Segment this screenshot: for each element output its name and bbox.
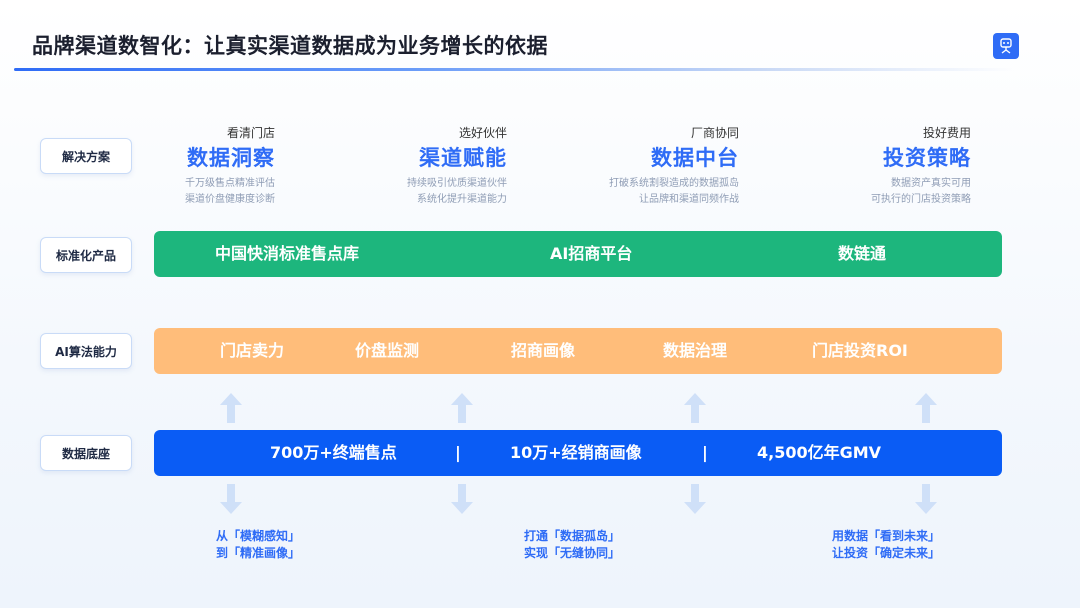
- outcome-note-line-2: 到「精准画像」: [216, 546, 301, 560]
- base-bar: 700万+终端售点 | 10万+经销商画像 | 4,500亿年GMV: [154, 430, 1002, 476]
- arrow-down-icon: [915, 484, 937, 514]
- outcome-note: 从「模糊感知」 到「精准画像」: [216, 528, 300, 562]
- ai-item: 数据治理: [663, 341, 728, 360]
- outcome-note-line-1: 打通「数据孤岛」: [524, 529, 621, 543]
- solution-desc-1: 打破系统割裂造成的数据孤岛: [609, 178, 739, 189]
- outcome-note-line-2: 让投资「确定未来」: [832, 546, 941, 560]
- solution-desc-2: 可执行的门店投资策略: [871, 194, 971, 205]
- outcome-note-line-1: 从「模糊感知」: [216, 529, 301, 543]
- solution-sub: 看清门店: [226, 126, 275, 140]
- ai-item: 门店卖力: [220, 341, 285, 360]
- solution-item: 看清门店 数据洞察 千万级售点精准评估 渠道价盘健康度诊断: [35, 124, 275, 208]
- base-item: 700万+终端售点: [270, 443, 397, 462]
- solution-item: 厂商协同 数据中台 打破系统割裂造成的数据孤岛 让品牌和渠道同频作战: [499, 124, 739, 208]
- product-item: 数链通: [838, 244, 887, 263]
- solution-sub: 投好费用: [922, 126, 971, 140]
- products-bar: 中国快消标准售点库 AI招商平台 数链通: [154, 231, 1002, 277]
- base-item: 10万+经销商画像: [510, 443, 642, 462]
- solution-desc-2: 让品牌和渠道同频作战: [639, 194, 739, 205]
- base-separator: |: [702, 443, 708, 462]
- outcome-note-line-1: 用数据「看到未来」: [832, 529, 941, 543]
- arrow-down-icon: [684, 484, 706, 514]
- solution-title: 数据中台: [651, 146, 739, 170]
- solution-desc-2: 系统化提升渠道能力: [417, 194, 507, 205]
- row-label-ai: AI算法能力: [40, 333, 132, 369]
- arrow-up-icon: [451, 393, 473, 423]
- solution-desc-2: 渠道价盘健康度诊断: [185, 194, 275, 205]
- logo-icon: [993, 33, 1019, 59]
- solution-item: 选好伙伴 渠道赋能 持续吸引优质渠道伙伴 系统化提升渠道能力: [267, 124, 507, 208]
- row-label-products: 标准化产品: [40, 237, 132, 273]
- outcome-note: 用数据「看到未来」 让投资「确定未来」: [832, 528, 940, 562]
- product-item: AI招商平台: [550, 244, 633, 263]
- solution-item: 投好费用 投资策略 数据资产真实可用 可执行的门店投资策略: [731, 124, 971, 208]
- solution-desc-1: 持续吸引优质渠道伙伴: [407, 178, 507, 189]
- title-underline: [14, 68, 1014, 71]
- ai-item: 招商画像: [511, 341, 576, 360]
- solution-sub: 选好伙伴: [458, 126, 507, 140]
- product-item: 中国快消标准售点库: [215, 244, 360, 263]
- ai-bar: 门店卖力 价盘监测 招商画像 数据治理 门店投资ROI: [154, 328, 1002, 374]
- arrow-up-icon: [915, 393, 937, 423]
- ai-item: 价盘监测: [355, 341, 420, 360]
- outcome-note: 打通「数据孤岛」 实现「无缝协同」: [524, 528, 620, 562]
- base-separator: |: [455, 443, 461, 462]
- outcome-note-line-2: 实现「无缝协同」: [524, 546, 621, 560]
- page-title: 品牌渠道数智化：让真实渠道数据成为业务增长的依据: [32, 34, 548, 58]
- solution-title: 渠道赋能: [419, 146, 507, 170]
- base-item: 4,500亿年GMV: [757, 443, 882, 462]
- solution-title: 数据洞察: [187, 146, 275, 170]
- solution-desc-1: 千万级售点精准评估: [185, 178, 275, 189]
- solution-title: 投资策略: [883, 146, 971, 170]
- arrow-down-icon: [220, 484, 242, 514]
- arrow-down-icon: [451, 484, 473, 514]
- arrow-up-icon: [684, 393, 706, 423]
- solution-desc-1: 数据资产真实可用: [891, 178, 971, 189]
- solution-sub: 厂商协同: [690, 126, 739, 140]
- arrow-up-icon: [220, 393, 242, 423]
- ai-item: 门店投资ROI: [812, 341, 908, 360]
- row-label-base: 数据底座: [40, 435, 132, 471]
